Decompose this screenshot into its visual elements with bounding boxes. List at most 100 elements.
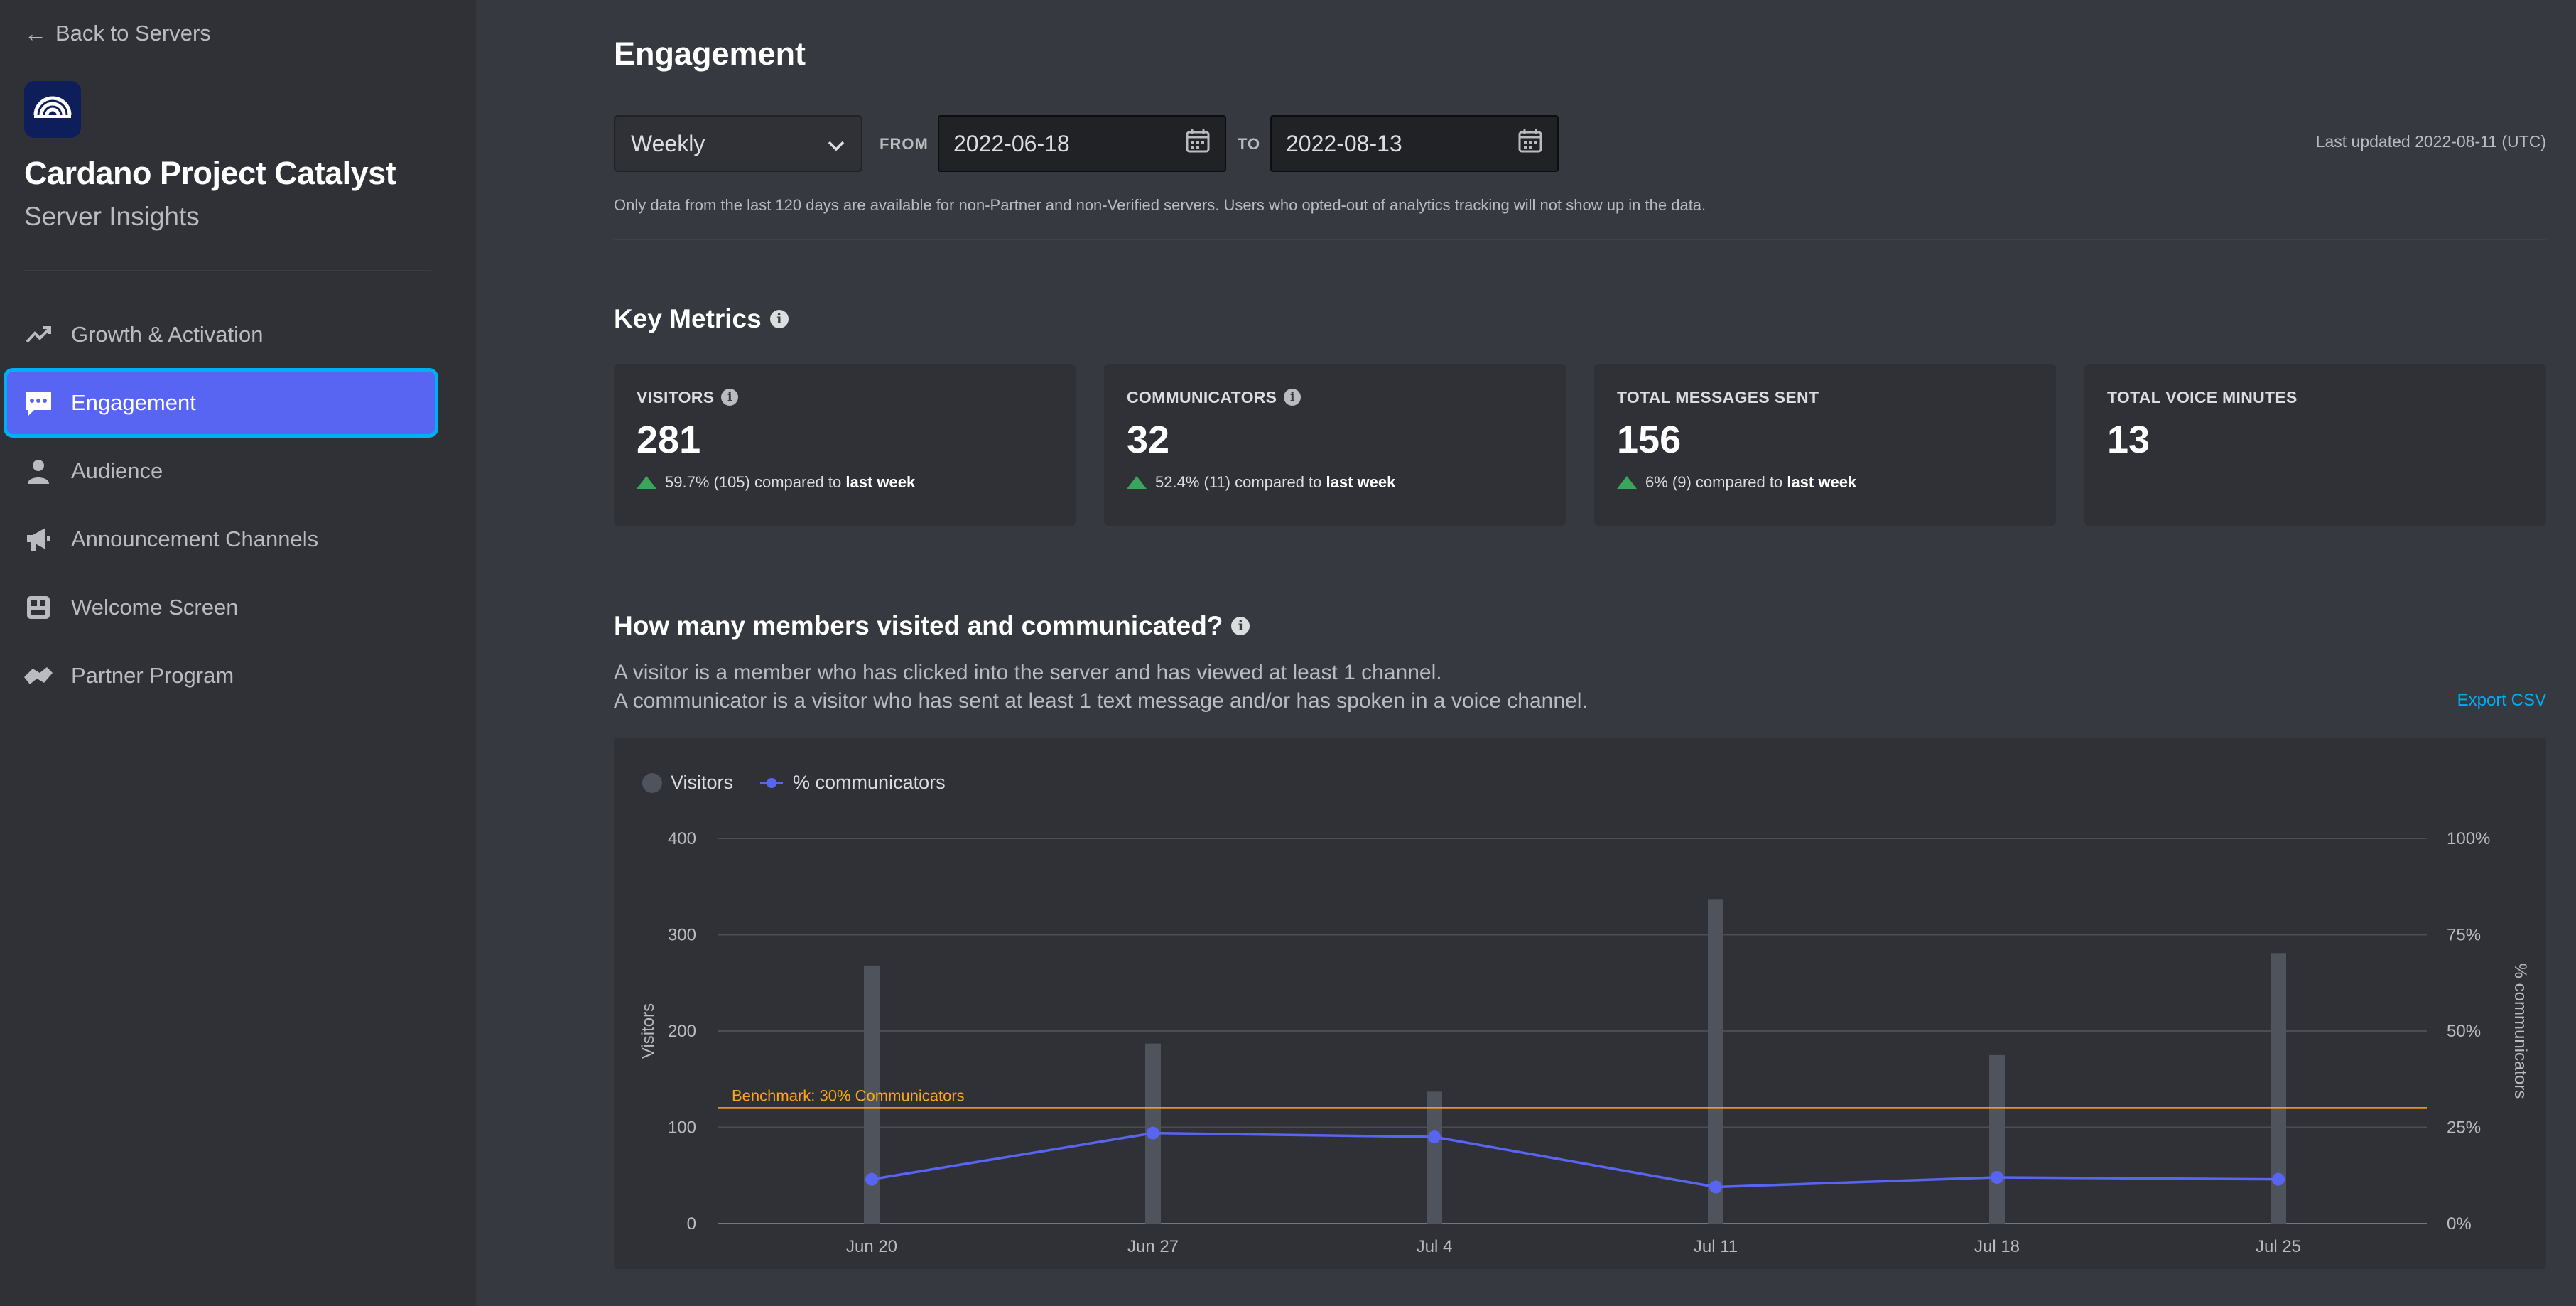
visitor-definition: A visitor is a member who has clicked in… — [614, 661, 1442, 684]
sidebar-item-label: Welcome Screen — [71, 595, 239, 620]
x-tick-label: Jul 11 — [1694, 1237, 1738, 1256]
visits-section-title: How many members visited and communicate… — [614, 611, 1250, 641]
back-link-label: Back to Servers — [55, 21, 211, 45]
back-to-servers-link[interactable]: ← Back to Servers — [24, 18, 211, 48]
metric-delta: 59.7% (105) compared to last week — [637, 473, 1053, 492]
sidebar-item-partner-program[interactable]: Partner Program — [7, 644, 435, 707]
person-icon — [23, 455, 54, 487]
x-tick-label: Jul 18 — [1974, 1237, 2020, 1256]
server-avatar — [24, 81, 81, 138]
to-date-input[interactable]: 2022-08-13 — [1270, 115, 1559, 172]
sidebar-item-engagement[interactable]: Engagement — [7, 372, 435, 434]
sidebar-item-announcement-channels[interactable]: Announcement Channels — [7, 508, 435, 571]
export-csv-link[interactable]: Export CSV — [2457, 691, 2546, 711]
bar-visitors — [1427, 1091, 1442, 1224]
calendar-icon[interactable] — [1185, 128, 1211, 159]
y-tick-label: 200 — [668, 1022, 696, 1041]
sidebar-item-growth-activation[interactable]: Growth & Activation — [7, 303, 435, 366]
last-updated-text: Last updated 2022-08-11 (UTC) — [2315, 132, 2546, 151]
x-tick-label: Jul 25 — [2256, 1237, 2301, 1256]
partner-icon — [23, 660, 54, 691]
point-communicators — [1709, 1180, 1722, 1194]
interval-select[interactable]: Weekly — [614, 115, 862, 172]
header-divider — [614, 239, 2546, 240]
arrow-left-icon: ← — [24, 20, 47, 46]
from-date-input[interactable]: 2022-06-18 — [938, 115, 1226, 172]
y-tick-label: 0 — [687, 1214, 696, 1234]
megaphone-icon — [23, 524, 54, 555]
visitors-chart: 0 100 200 300 400 0% 25% 50% 75% 100% Visitors % co… — [639, 829, 2530, 1256]
point-communicators — [2272, 1172, 2285, 1186]
data-availability-note: Only data from the last 120 days are ava… — [614, 196, 1706, 214]
sidebar-item-welcome-screen[interactable]: Welcome Screen — [7, 576, 435, 639]
benchmark-label: Benchmark: 30% Communicators — [732, 1086, 965, 1104]
sidebar-item-label: Announcement Channels — [71, 527, 319, 551]
metric-label: VISITORS i — [637, 387, 1053, 408]
catalyst-logo-icon — [33, 96, 72, 118]
metric-value: 281 — [637, 419, 701, 461]
line-communicators — [871, 1131, 2279, 1189]
interval-value: Weekly — [631, 130, 705, 156]
visits-section-title-text: How many members visited and communicate… — [614, 611, 1223, 640]
metric-card-total-messages: TOTAL MESSAGES SENT 156 6% (9) compared … — [1594, 364, 2056, 526]
metric-label: COMMUNICATORS i — [1127, 387, 1543, 408]
bar-visitors — [1708, 899, 1723, 1224]
sidebar: ← Back to Servers Cardano Project Cataly… — [0, 0, 476, 1306]
metric-value: 32 — [1127, 419, 1170, 461]
server-subtitle: Server Insights — [24, 202, 200, 231]
server-name: Cardano Project Catalyst — [24, 155, 396, 191]
metric-card-communicators: COMMUNICATORS i 32 52.4% (11) compared t… — [1104, 364, 1566, 526]
y-tick-label: 100 — [668, 1118, 696, 1138]
metric-delta: 6% (9) compared to last week — [1617, 473, 2033, 492]
metric-value: 156 — [1617, 419, 1682, 461]
sidebar-divider — [24, 270, 431, 271]
y-tick-label: 300 — [668, 926, 696, 945]
sidebar-item-label: Growth & Activation — [71, 322, 264, 347]
point-communicators — [1147, 1126, 1159, 1140]
sidebar-item-audience[interactable]: Audience — [7, 440, 435, 502]
metric-delta-period: last week — [845, 473, 916, 491]
info-icon[interactable]: i — [1231, 617, 1250, 635]
metric-label: TOTAL VOICE MINUTES — [2107, 387, 2523, 408]
metric-label-text: TOTAL VOICE MINUTES — [2107, 387, 2298, 406]
metric-delta-period: last week — [1326, 473, 1396, 491]
metric-label-text: VISITORS — [637, 387, 715, 406]
x-tick-label: Jul 4 — [1417, 1237, 1453, 1256]
metric-card-visitors: VISITORS i 281 59.7% (105) compared to l… — [614, 364, 1076, 526]
sidebar-item-label: Partner Program — [71, 663, 234, 688]
metric-delta-text: 52.4% (11) compared to — [1155, 473, 1322, 491]
metric-card-total-voice-minutes: TOTAL VOICE MINUTES 13 — [2084, 364, 2546, 526]
metric-label-text: COMMUNICATORS — [1127, 387, 1277, 406]
y-right-tick-label: 0% — [2447, 1214, 2472, 1234]
arrow-up-icon — [1617, 476, 1637, 489]
to-label: TO — [1238, 135, 1261, 153]
sidebar-item-label: Audience — [71, 458, 163, 483]
y-axis-title: Visitors — [639, 1003, 658, 1059]
arrow-up-icon — [1127, 476, 1147, 489]
y-right-tick-label: 75% — [2447, 926, 2481, 945]
key-metrics-title-text: Key Metrics — [614, 304, 762, 333]
trending-up-icon — [23, 319, 54, 350]
main-content: Engagement Weekly FROM 2022-06-18 TO 202… — [476, 0, 2576, 1306]
y-right-tick-label: 100% — [2447, 829, 2490, 848]
calendar-icon[interactable] — [1517, 128, 1543, 159]
info-icon[interactable]: i — [1284, 389, 1301, 406]
metric-delta-text: 6% (9) compared to — [1645, 473, 1783, 491]
y-tick-label: 400 — [668, 829, 696, 848]
bar-visitors — [1989, 1054, 2005, 1224]
metric-value: 13 — [2107, 419, 2150, 461]
sidebar-item-label: Engagement — [71, 390, 196, 415]
info-icon[interactable]: i — [769, 310, 789, 328]
metric-delta: 52.4% (11) compared to last week — [1127, 473, 1543, 492]
point-communicators — [1991, 1170, 2003, 1184]
key-metrics-title: Key Metrics i — [614, 304, 789, 334]
x-tick-label: Jun 20 — [846, 1237, 897, 1256]
to-date-value: 2022-08-13 — [1286, 130, 1402, 156]
info-icon[interactable]: i — [721, 389, 739, 406]
point-communicators — [865, 1172, 878, 1186]
communicator-definition: A communicator is a visitor who has sent… — [614, 689, 1588, 713]
page-title: Engagement — [614, 36, 806, 72]
y-right-axis-title: % communicators — [2511, 964, 2530, 1099]
metric-label: TOTAL MESSAGES SENT — [1617, 387, 2033, 408]
chat-bubble-icon — [23, 387, 54, 419]
